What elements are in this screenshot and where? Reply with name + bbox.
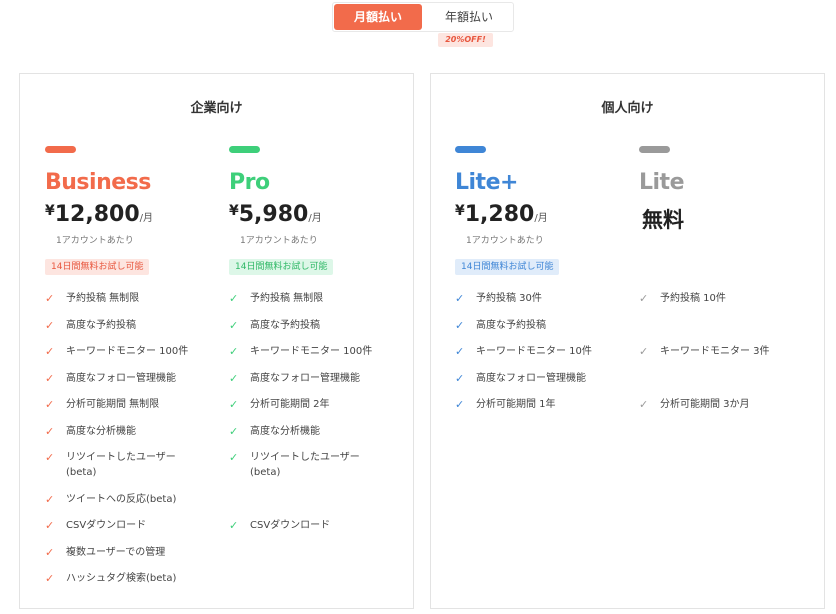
check-icon: ✓ (45, 519, 55, 532)
check-icon: ✓ (455, 318, 465, 332)
check-icon: ✓ (45, 345, 55, 358)
feature-list: ✓ 予約投稿 無制限 ✓ 高度な予約投稿 ✓ キーワードモニター 100件 ✓ 高度なフ… (45, 291, 225, 598)
price-note: 1アカウントあたり (240, 236, 318, 246)
check-icon: ✓ (229, 519, 239, 532)
feature-item: ✓ 予約投稿 無制限 (45, 292, 140, 305)
check-icon: ✓ (229, 318, 239, 332)
check-icon: ✓ (229, 371, 239, 385)
trial-badge: 14日間無料お試し可能 (455, 259, 560, 275)
plan-color-bar (229, 146, 260, 153)
feature-spacer (229, 492, 409, 507)
plan-price: ¥12,800/月 (45, 202, 153, 227)
check-icon: ✓ (45, 424, 55, 438)
personal-plans-panel: 個人向け Lite+ ¥1,280/月 1アカウントあたり 14日間無料お試し可… (430, 73, 825, 609)
feature-item: ✓ 分析可能期間 無制限 (45, 398, 160, 411)
discount-badge: 20%OFF! (438, 33, 493, 47)
feature-item: ✓ CSVダウンロード (45, 519, 147, 532)
check-icon: ✓ (455, 345, 465, 358)
feature-item: ✓ キーワードモニター 10件 (455, 345, 592, 358)
check-icon: ✓ (639, 398, 649, 411)
check-icon: ✓ (45, 572, 55, 585)
check-icon: ✓ (45, 492, 55, 506)
check-icon: ✓ (229, 292, 239, 305)
price-period: /月 (139, 213, 154, 224)
price-period: /月 (534, 213, 548, 224)
currency-symbol: ¥ (45, 203, 55, 219)
check-icon: ✓ (45, 292, 55, 305)
feature-item: ✓ 高度な分析機能 (229, 424, 320, 438)
plan-name: Lite+ (455, 170, 518, 195)
feature-spacer (639, 318, 819, 333)
business-plans-panel: 企業向け Business ¥12,800/月 1アカウントあたり 14日間無料… (19, 73, 414, 609)
feature-item: ✓ 分析可能期間 3か月 (639, 398, 750, 411)
feature-item: ✓ 分析可能期間 2年 (229, 398, 330, 411)
check-icon: ✓ (45, 451, 55, 464)
check-icon: ✓ (229, 345, 239, 358)
feature-item: ✓ 分析可能期間 1年 (455, 398, 556, 411)
feature-item: ✓ ツイートへの反応(beta) (45, 492, 177, 506)
price-amount: 5,980 (238, 202, 309, 227)
plan-pro: Pro ¥5,980/月 1アカウントあたり 14日間無料お試し可能 ✓ 予約投稿… (229, 74, 409, 608)
plan-color-bar (455, 146, 486, 153)
plan-business: Business ¥12,800/月 1アカウントあたり 14日間無料お試し可能… (45, 74, 225, 608)
feature-item: ✓ 高度な予約投稿 (45, 318, 136, 332)
price-note: 1アカウントあたり (466, 236, 544, 246)
feature-item: ✓ 高度な予約投稿 (455, 318, 546, 332)
plan-name: Lite (639, 170, 685, 195)
billing-toggle: 月額払い 年額払い (332, 2, 514, 32)
feature-item: ✓ リツイートしたユーザー(beta) (45, 451, 176, 478)
check-icon: ✓ (639, 345, 649, 358)
feature-item: ✓ 高度な分析機能 (45, 424, 136, 438)
feature-item: ✓ 予約投稿 30件 (455, 292, 542, 305)
feature-item: ✓ キーワードモニター 100件 (229, 345, 373, 358)
check-icon: ✓ (45, 318, 55, 332)
feature-item: ✓ CSVダウンロード (229, 519, 331, 532)
feature-item: ✓ ハッシュタグ検索(beta) (45, 572, 177, 585)
check-icon: ✓ (455, 398, 465, 411)
trial-badge: 14日間無料お試し可能 (45, 259, 150, 275)
feature-list: ✓ 予約投稿 10件 ✓ キーワードモニター 3件 ✓ 分析可能期間 3か月 (639, 291, 819, 424)
plan-color-bar (639, 146, 670, 153)
check-icon: ✓ (229, 398, 239, 411)
check-icon: ✓ (455, 371, 465, 385)
feature-item: ✓ キーワードモニター 3件 (639, 345, 770, 358)
feature-item: ✓ 複数ユーザーでの管理 (45, 545, 166, 559)
feature-item: ✓ 予約投稿 無制限 (229, 292, 324, 305)
feature-item: ✓ キーワードモニター 100件 (45, 345, 189, 358)
check-icon: ✓ (45, 371, 55, 385)
feature-list: ✓ 予約投稿 30件 ✓ 高度な予約投稿 ✓ キーワードモニター 10件 ✓ 高度なフォ… (455, 291, 635, 424)
plan-lite-plus: Lite+ ¥1,280/月 1アカウントあたり 14日間無料お試し可能 ✓ 予約… (455, 74, 635, 608)
feature-spacer (639, 371, 819, 386)
check-icon: ✓ (45, 398, 55, 411)
feature-item: ✓ 高度なフォロー管理機能 (45, 371, 176, 385)
check-icon: ✓ (455, 292, 465, 305)
price-amount: 1,280 (464, 202, 535, 227)
monthly-billing-button[interactable]: 月額払い (334, 4, 422, 30)
price-amount: 12,800 (54, 202, 140, 227)
plan-color-bar (45, 146, 76, 153)
price-period: /月 (308, 213, 322, 224)
plan-price-free: 無料 (642, 208, 684, 232)
plan-lite: Lite 無料 ✓ 予約投稿 10件 ✓ キーワードモニター 3件 ✓ 分析可能期間 … (639, 74, 819, 608)
plan-name: Business (45, 170, 151, 195)
check-icon: ✓ (229, 424, 239, 438)
feature-item: ✓ 高度なフォロー管理機能 (229, 371, 360, 385)
feature-item: ✓ 高度な予約投稿 (229, 318, 320, 332)
feature-item: ✓ 予約投稿 10件 (639, 292, 726, 305)
yearly-billing-button[interactable]: 年額払い (425, 4, 513, 30)
check-icon: ✓ (45, 545, 55, 559)
feature-list: ✓ 予約投稿 無制限 ✓ 高度な予約投稿 ✓ キーワードモニター 100件 ✓ 高度なフ… (229, 291, 409, 545)
feature-item: ✓ リツイートしたユーザー(beta) (229, 451, 360, 478)
price-note: 1アカウントあたり (56, 236, 134, 246)
check-icon: ✓ (229, 451, 239, 464)
plan-name: Pro (229, 170, 270, 195)
plan-price: ¥5,980/月 (229, 202, 322, 227)
plan-price: ¥1,280/月 (455, 202, 548, 227)
currency-symbol: ¥ (455, 203, 465, 219)
check-icon: ✓ (639, 292, 649, 305)
trial-badge: 14日間無料お試し可能 (229, 259, 334, 275)
currency-symbol: ¥ (229, 203, 239, 219)
feature-item: ✓ 高度なフォロー管理機能 (455, 371, 586, 385)
